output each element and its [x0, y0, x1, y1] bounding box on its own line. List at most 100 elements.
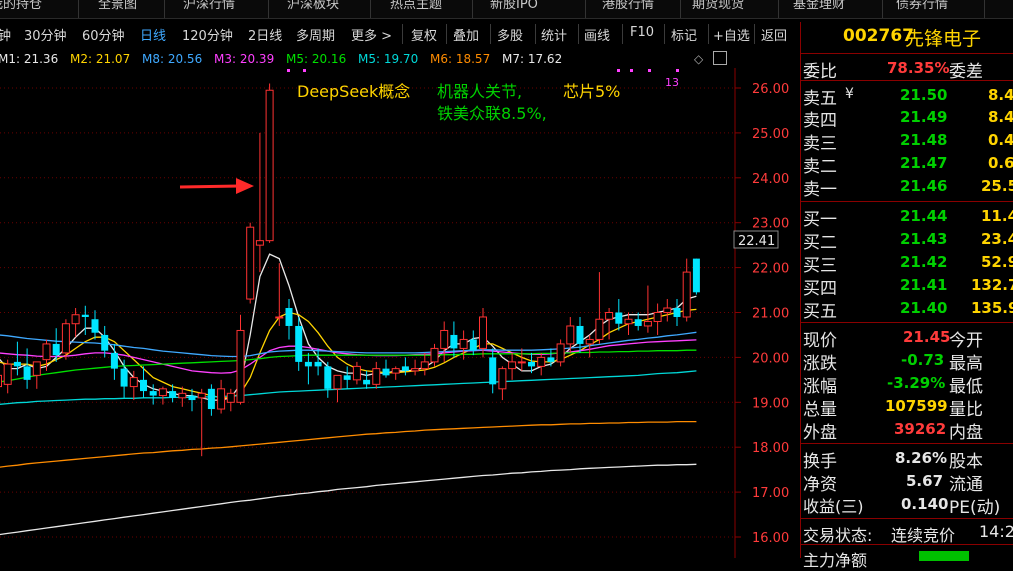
annotation-deepseek: DeepSeek概念: [297, 82, 410, 101]
candle: [382, 359, 390, 378]
period-2day[interactable]: 2日线: [248, 25, 282, 44]
candle-body: [576, 325, 584, 344]
period-min-partial[interactable]: 钟: [0, 25, 11, 44]
f10-button[interactable]: F10: [630, 25, 654, 40]
menu-sh-sz-sectors[interactable]: 沪深板块: [287, 0, 339, 12]
kline-chart[interactable]: 26.00 25.00 24.00 23.00 22.00 21.00 20.00 19.00…: [0, 68, 800, 558]
change-pct-label: 涨幅: [803, 377, 837, 397]
menu-hk-quotes[interactable]: 港股行情: [602, 0, 654, 12]
sell3-label: 卖三: [803, 134, 837, 154]
candle-body: [595, 318, 604, 340]
candle: [217, 379, 226, 414]
candle: [304, 352, 312, 385]
menu-my-holdings[interactable]: 我的持仓: [0, 0, 42, 12]
ma-legend-m6: M6: 18.57: [430, 52, 491, 66]
open-label: 今开: [949, 331, 983, 351]
price-tick-label: 22.00: [752, 262, 789, 277]
candle: [13, 341, 21, 376]
candle-body: [585, 338, 594, 345]
quote-panel: 002767 先锋电子 委比 78.35% 委差 卖五 ¥ 21.50 8.4 …: [800, 22, 1013, 570]
candle-body: [304, 361, 312, 367]
turnover-label: 换手: [803, 452, 837, 472]
inner-label: 内盘: [949, 423, 983, 443]
candles: [0, 83, 700, 457]
stock-name[interactable]: 先锋电子: [905, 24, 981, 51]
candle-body: [110, 352, 118, 369]
signal-dots: [287, 69, 679, 72]
candle-body: [401, 366, 409, 371]
buy4-vol: 132.7: [971, 276, 1013, 294]
menu-hot-topics[interactable]: 热点主题: [390, 0, 442, 12]
adjust-button[interactable]: 复权: [411, 25, 437, 44]
window-toggle-icon[interactable]: [713, 51, 727, 65]
period-60min[interactable]: 60分钟: [82, 25, 125, 44]
candle-body: [265, 89, 274, 242]
candle: [643, 285, 652, 333]
candle: [537, 352, 546, 376]
candle-body: [32, 361, 41, 376]
candle-body: [295, 325, 303, 362]
menu-futures[interactable]: 期货现货: [692, 0, 744, 12]
red-arrow-icon: [179, 178, 254, 194]
candle: [372, 361, 381, 389]
candle-body: [101, 334, 109, 351]
trade-status-label: 交易状态:: [803, 526, 873, 545]
period-toolbar: 钟 30分钟 60分钟 日线 120分钟 2日线 多周期 更多 > 复权 叠加 …: [0, 22, 800, 46]
candle: [207, 384, 215, 416]
price-tick-label: 24.00: [752, 172, 789, 187]
more-button[interactable]: 更多 >: [351, 25, 392, 44]
candle-body: [537, 356, 546, 367]
buy4-label: 买四: [803, 279, 837, 299]
menu-sh-sz-quotes[interactable]: 沪深行情: [183, 0, 235, 12]
candle-body: [624, 318, 633, 325]
candle-body: [556, 343, 565, 363]
menu-new-ipo[interactable]: 新股IPO: [490, 0, 538, 12]
sell5-price: 21.50: [900, 86, 948, 104]
candle-body: [643, 320, 652, 327]
sell1-price: 21.46: [900, 177, 948, 195]
candle: [459, 330, 468, 360]
buy5-vol: 135.9: [971, 299, 1013, 317]
candle-body: [450, 334, 458, 349]
price-tick-label: 16.00: [752, 531, 789, 546]
candle: [0, 374, 2, 388]
candle-body: [673, 308, 681, 317]
candle-body: [566, 325, 575, 345]
candle: [42, 339, 51, 371]
stats-button[interactable]: 统计: [541, 25, 567, 44]
period-30min[interactable]: 30分钟: [24, 25, 67, 44]
stock-code: 002767: [843, 26, 914, 46]
candle: [265, 83, 274, 243]
mark-button[interactable]: 标记: [671, 25, 697, 44]
weicha-label: 委差: [949, 62, 983, 82]
candle: [246, 222, 255, 304]
menu-panorama[interactable]: 全景图: [98, 0, 137, 12]
draw-line-button[interactable]: 画线: [584, 25, 610, 44]
candle-body: [246, 226, 255, 300]
period-daily[interactable]: 日线: [140, 25, 166, 44]
candle-body: [255, 240, 264, 246]
candle-body: [178, 392, 187, 399]
candle: [352, 361, 361, 385]
overlay-button[interactable]: 叠加: [453, 25, 479, 44]
settings-diamond-icon[interactable]: ◇: [694, 52, 703, 66]
back-button[interactable]: 返回: [761, 25, 787, 44]
candle-body: [91, 319, 99, 333]
candle-body: [275, 316, 284, 319]
candle-body: [420, 361, 429, 370]
multi-stock-button[interactable]: 多股: [497, 25, 523, 44]
candle-body: [508, 361, 517, 370]
multi-period-button[interactable]: 多周期: [296, 25, 335, 44]
menu-funds[interactable]: 基金理财: [793, 0, 845, 12]
candle-body: [285, 308, 293, 326]
volume-value: 107599: [885, 397, 948, 415]
candle: [236, 314, 245, 405]
add-watchlist-button[interactable]: +自选: [713, 25, 750, 44]
period-120min[interactable]: 120分钟: [182, 25, 233, 44]
menu-bonds[interactable]: 债券行情: [896, 0, 948, 12]
main-net-label: 主力净额: [803, 551, 868, 570]
ma-legend-m5a: M5: 20.16: [286, 52, 347, 66]
candle: [517, 348, 526, 371]
candle-body: [236, 329, 245, 403]
main-net-bar: [919, 551, 969, 561]
